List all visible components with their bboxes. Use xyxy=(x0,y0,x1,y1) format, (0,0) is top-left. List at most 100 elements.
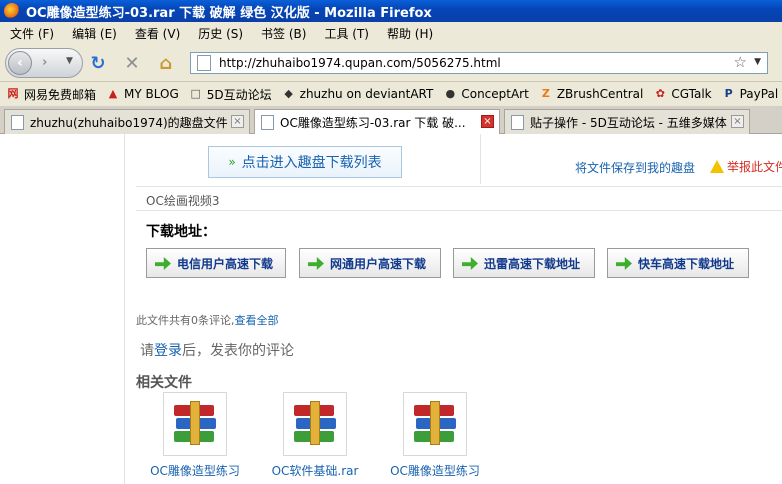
view-all-comments-link[interactable]: 查看全部 xyxy=(235,314,279,327)
window-title: OC雕像造型练习-03.rar 下载 破解 绿色 汉化版 - Mozilla F… xyxy=(26,5,432,21)
tab-label: 贴子操作 - 5D互动论坛 - 五维多媒体 xyxy=(530,115,727,130)
tab-strip: zhuzhu(zhuhaibo1974)的趣盘文件 × OC雕像造型练习-03.… xyxy=(0,106,782,135)
bookmark-favicon-icon: □ xyxy=(190,87,201,100)
flashget-download-button[interactable]: 快车高速下载地址 xyxy=(607,248,749,278)
rar-archive-icon[interactable] xyxy=(283,392,347,456)
forward-icon[interactable]: › xyxy=(42,55,47,70)
firefox-logo-icon xyxy=(4,3,20,19)
bookmark-star-icon[interactable]: ☆ xyxy=(734,53,747,71)
login-link[interactable]: 登录 xyxy=(154,343,182,359)
bookmark-item[interactable]: ✿ CGTalk xyxy=(653,87,712,101)
bookmark-label: CGTalk xyxy=(671,87,712,101)
rar-archive-icon[interactable] xyxy=(163,392,227,456)
tab-label: zhuzhu(zhuhaibo1974)的趣盘文件 xyxy=(30,115,228,130)
history-dropdown-icon[interactable]: ▼ xyxy=(66,56,73,66)
bookmark-label: 5D互动论坛 xyxy=(206,87,272,102)
bookmark-favicon-icon: 网 xyxy=(7,87,19,100)
close-tab-icon[interactable]: × xyxy=(481,115,494,128)
warning-icon xyxy=(710,160,724,173)
chevron-down-icon: » xyxy=(228,155,236,169)
menu-edit[interactable]: 编辑 (E) xyxy=(66,25,123,42)
bookmark-item[interactable]: ● ConceptArt xyxy=(443,87,529,101)
download-button-label: 迅雷高速下载地址 xyxy=(484,256,581,271)
report-file-label: 举报此文件 xyxy=(727,160,782,174)
menu-view[interactable]: 查看 (V) xyxy=(129,25,186,42)
divider xyxy=(136,210,782,211)
related-file-link[interactable]: OC雕像造型练习 xyxy=(145,462,245,479)
stop-icon[interactable]: ✕ xyxy=(122,54,142,74)
bookmark-label: MY BLOG xyxy=(124,87,179,101)
page-content: » 点击进入趣盘下载列表 将文件保存到我的趣盘 举报此文件 OC绘画视频3 下载… xyxy=(0,134,782,484)
bookmark-label: 网易免费邮箱 xyxy=(24,87,97,102)
bookmark-item[interactable]: ◆ zhuzhu on deviantART xyxy=(282,87,434,101)
download-arrow-icon xyxy=(155,257,171,270)
tab-qupan-files[interactable]: zhuzhu(zhuhaibo1974)的趣盘文件 × xyxy=(4,109,250,134)
comment-count: 此文件共有0条评论,查看全部 xyxy=(136,312,279,328)
telecom-download-button[interactable]: 电信用户高速下载 xyxy=(146,248,286,278)
bookmarks-toolbar: 网网易免费邮箱 ▲ MY BLOG □ 5D互动论坛 ◆ zhuzhu on deviant… xyxy=(0,82,782,106)
menu-bookmarks[interactable]: 书签 (B) xyxy=(255,25,312,42)
bookmark-item[interactable]: P PayPal xyxy=(722,87,779,101)
download-button-label: 网通用户高速下载 xyxy=(330,256,427,271)
bookmark-label: zhuzhu on deviantART xyxy=(299,87,434,101)
menu-bar: 文件 (F) 编辑 (E) 查看 (V) 历史 (S) 书签 (B) 工具 (T… xyxy=(0,22,782,44)
window-titlebar: OC雕像造型练习-03.rar 下载 破解 绿色 汉化版 - Mozilla F… xyxy=(0,0,782,22)
bookmark-label: ZBrushCentral xyxy=(556,87,644,101)
url-input[interactable] xyxy=(219,56,719,70)
reload-icon[interactable]: ↻ xyxy=(88,54,108,74)
close-tab-icon[interactable]: × xyxy=(231,115,244,128)
url-dropdown-icon[interactable]: ▼ xyxy=(754,57,761,67)
close-tab-icon[interactable]: × xyxy=(731,115,744,128)
download-arrow-icon xyxy=(462,257,478,270)
save-to-qupan-link[interactable]: 将文件保存到我的趣盘 xyxy=(575,159,695,176)
bookmark-favicon-icon: ◆ xyxy=(284,87,293,100)
divider xyxy=(136,186,782,187)
navigation-toolbar: ‹ › ▼ ↻ ✕ ⌂ ☆ ▼ xyxy=(0,44,782,82)
bookmark-item[interactable]: Z ZBrushCentral xyxy=(539,87,644,101)
comment-prompt-post: 后，发表你的评论 xyxy=(182,343,294,359)
enter-download-list-label: 点击进入趣盘下载列表 xyxy=(241,155,382,171)
menu-tools[interactable]: 工具 (T) xyxy=(318,25,375,42)
menu-history[interactable]: 历史 (S) xyxy=(192,25,249,42)
home-icon[interactable]: ⌂ xyxy=(156,54,176,74)
menu-file[interactable]: 文件 (F) xyxy=(4,25,60,42)
related-file-item[interactable]: OC软件基础.rar xyxy=(265,392,365,479)
bookmark-favicon-icon: ● xyxy=(445,87,456,100)
download-button-label: 快车高速下载地址 xyxy=(638,256,735,271)
netcom-download-button[interactable]: 网通用户高速下载 xyxy=(299,248,441,278)
related-files-title: 相关文件 xyxy=(136,375,192,391)
related-file-link[interactable]: OC雕像造型练习 xyxy=(385,462,485,479)
related-file-item[interactable]: OC雕像造型练习 xyxy=(145,392,245,479)
page-icon xyxy=(197,55,211,71)
bookmark-item[interactable]: 网网易免费邮箱 xyxy=(6,86,97,103)
divider xyxy=(480,134,481,184)
page-icon xyxy=(261,115,274,130)
page-icon xyxy=(511,114,524,130)
download-arrow-icon xyxy=(308,257,324,270)
report-file-link[interactable]: 举报此文件 xyxy=(710,158,782,175)
download-address-title: 下载地址： xyxy=(146,224,216,240)
related-file-link[interactable]: OC软件基础.rar xyxy=(265,462,365,479)
tab-label: OC雕像造型练习-03.rar 下载 破... xyxy=(280,116,466,130)
back-icon[interactable]: ‹ xyxy=(8,51,32,75)
menu-help[interactable]: 帮助 (H) xyxy=(381,25,439,42)
file-category: OC绘画视频3 xyxy=(146,194,220,208)
comment-prompt-pre: 请 xyxy=(140,343,154,359)
thunder-download-button[interactable]: 迅雷高速下载地址 xyxy=(453,248,595,278)
bookmark-item[interactable]: □ 5D互动论坛 xyxy=(189,86,272,103)
tab-oc-download[interactable]: OC雕像造型练习-03.rar 下载 破... × xyxy=(254,109,500,135)
divider xyxy=(124,134,125,484)
bookmark-label: PayPal xyxy=(739,87,779,101)
comment-prompt: 请登录后，发表你的评论 xyxy=(140,340,294,360)
bookmark-favicon-icon: ✿ xyxy=(655,87,665,100)
related-file-item[interactable]: OC雕像造型练习 xyxy=(385,392,485,479)
rar-archive-icon[interactable] xyxy=(403,392,467,456)
url-bar[interactable]: ☆ ▼ xyxy=(190,52,768,74)
enter-download-list-button[interactable]: » 点击进入趣盘下载列表 xyxy=(208,146,402,178)
bookmark-item[interactable]: ▲ MY BLOG xyxy=(106,87,179,101)
tab-5d-forum[interactable]: 贴子操作 - 5D互动论坛 - 五维多媒体 × xyxy=(504,109,750,134)
bookmark-favicon-icon: P xyxy=(724,87,733,100)
page-icon xyxy=(11,114,24,130)
download-arrow-icon xyxy=(616,257,632,270)
bookmark-favicon-icon: ▲ xyxy=(108,87,118,100)
